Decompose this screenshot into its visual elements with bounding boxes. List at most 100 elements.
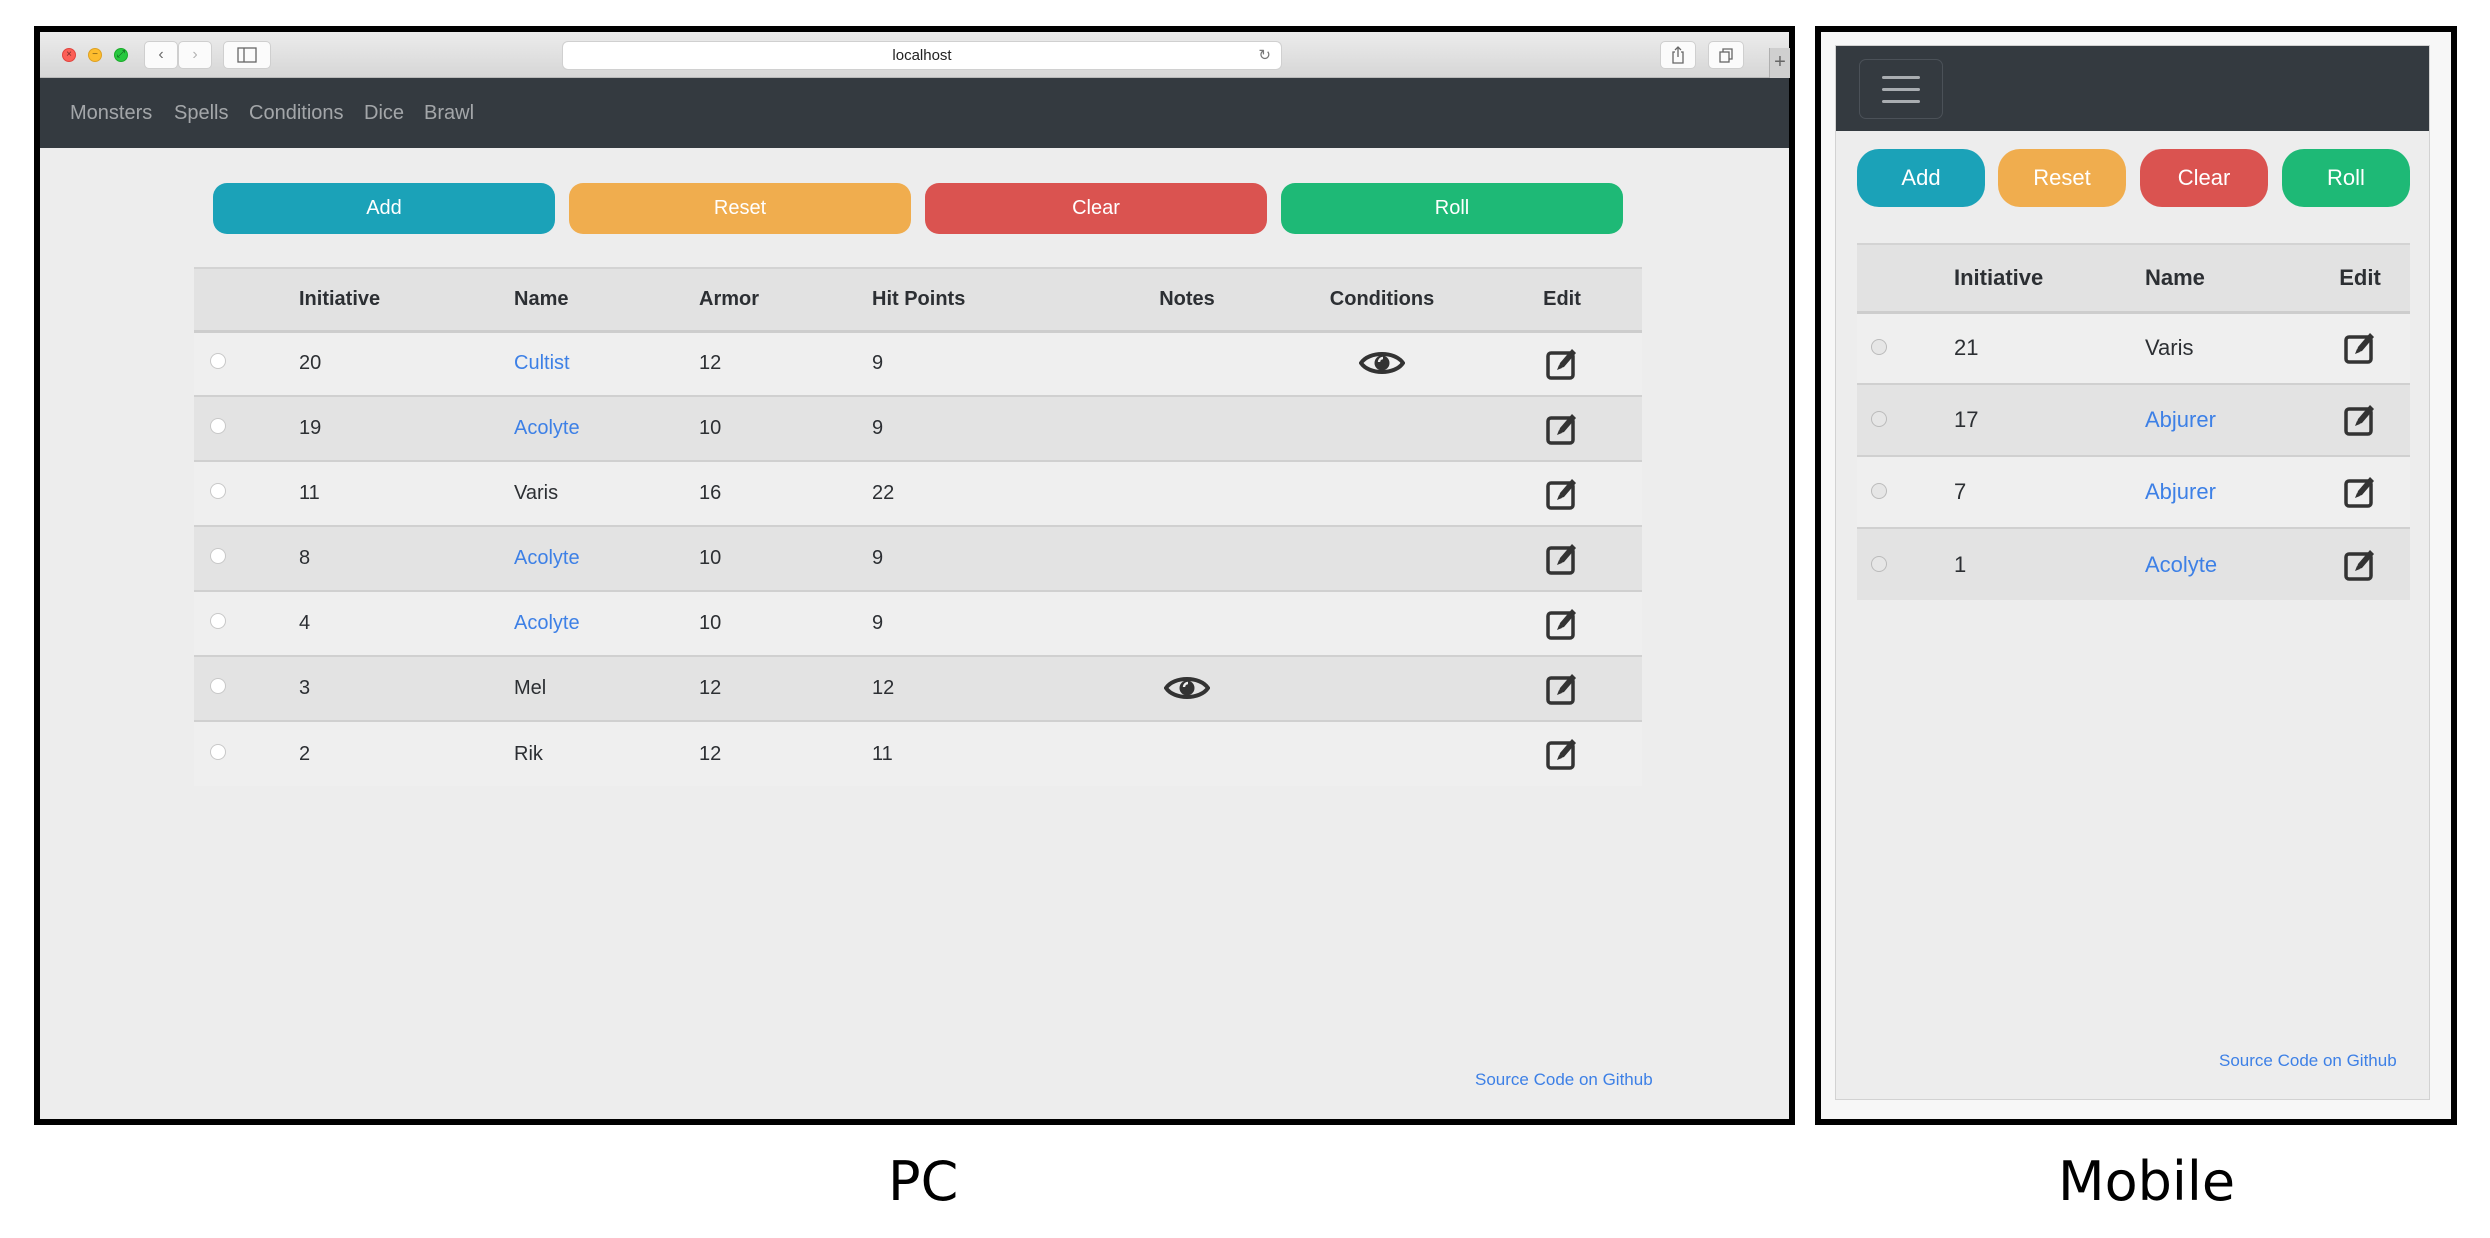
name-cell: Acolyte bbox=[514, 525, 699, 591]
armor-value: 12 bbox=[699, 677, 722, 699]
monster-link[interactable]: Acolyte bbox=[514, 547, 580, 569]
monster-link[interactable]: Abjurer bbox=[2145, 407, 2216, 432]
table-row: 21 Varis bbox=[1857, 311, 2410, 384]
new-tab-button[interactable]: + bbox=[1769, 48, 1790, 78]
nav-link-dice[interactable]: Dice bbox=[364, 102, 404, 125]
source-code-link[interactable]: Source Code on Github bbox=[1475, 1070, 1653, 1090]
monster-link[interactable]: Acolyte bbox=[514, 417, 580, 439]
combatant-name: Rik bbox=[514, 742, 543, 765]
armor-cell: 12 bbox=[699, 720, 872, 786]
monster-link[interactable]: Cultist bbox=[514, 352, 570, 374]
header-hit-points: Hit Points bbox=[872, 267, 1092, 333]
hit-points-value: 9 bbox=[872, 417, 884, 439]
edit-icon[interactable] bbox=[1545, 345, 1579, 387]
row-select-radio[interactable] bbox=[210, 548, 226, 564]
roll-button[interactable]: Roll bbox=[1281, 183, 1623, 234]
row-select-radio[interactable] bbox=[1871, 555, 1887, 572]
edit-icon[interactable] bbox=[2343, 546, 2377, 588]
name-cell: Varis bbox=[514, 460, 699, 526]
edit-icon[interactable] bbox=[1545, 605, 1579, 647]
back-button[interactable]: ‹ bbox=[144, 41, 178, 69]
name-cell: Acolyte bbox=[514, 590, 699, 656]
share-button[interactable] bbox=[1660, 41, 1696, 69]
nav-link-brawl[interactable]: Brawl bbox=[424, 102, 474, 125]
eye-icon[interactable] bbox=[1358, 348, 1406, 384]
monster-link[interactable]: Acolyte bbox=[2145, 552, 2217, 577]
edit-icon[interactable] bbox=[2343, 329, 2377, 371]
menu-toggle-button[interactable] bbox=[1859, 59, 1943, 119]
row-select-radio[interactable] bbox=[210, 418, 226, 434]
row-select-radio[interactable] bbox=[210, 678, 226, 694]
name-cell: Abjurer bbox=[2145, 455, 2310, 528]
minimize-window-button[interactable]: − bbox=[88, 48, 102, 62]
select-cell bbox=[194, 460, 299, 526]
initiative-table: Initiative Name Edit 21 Varis 17 Abjurer 7 Ab… bbox=[1857, 243, 2410, 600]
select-cell bbox=[194, 525, 299, 591]
row-select-radio[interactable] bbox=[210, 353, 226, 370]
hit-points-cell: 9 bbox=[872, 590, 1092, 656]
reset-button[interactable]: Reset bbox=[1998, 149, 2126, 207]
monster-link[interactable]: Abjurer bbox=[2145, 479, 2216, 504]
armor-cell: 12 bbox=[699, 330, 872, 396]
nav-link-spells[interactable]: Spells bbox=[174, 102, 228, 125]
eye-icon[interactable] bbox=[1163, 673, 1211, 709]
initiative-value: 17 bbox=[1954, 407, 1979, 432]
edit-icon[interactable] bbox=[1545, 410, 1579, 452]
reset-button[interactable]: Reset bbox=[569, 183, 911, 234]
sidebar-button[interactable] bbox=[223, 41, 271, 69]
name-cell: Mel bbox=[514, 655, 699, 721]
edit-cell bbox=[1482, 525, 1642, 591]
table-row: 8 Acolyte 10 9 bbox=[194, 525, 1642, 591]
edit-icon[interactable] bbox=[2343, 473, 2377, 515]
close-window-button[interactable]: × bbox=[62, 48, 76, 62]
fullscreen-window-button[interactable]: ⤢ bbox=[114, 48, 128, 62]
armor-value: 10 bbox=[699, 417, 722, 439]
close-icon: × bbox=[66, 49, 72, 60]
table-row: 19 Acolyte 10 9 bbox=[194, 395, 1642, 461]
fullscreen-icon: ⤢ bbox=[117, 49, 125, 60]
initiative-value: 3 bbox=[299, 677, 311, 699]
add-button[interactable]: Add bbox=[213, 183, 555, 234]
clear-button[interactable]: Clear bbox=[925, 183, 1267, 234]
url-text: localhost bbox=[892, 47, 952, 64]
notes-cell bbox=[1092, 395, 1282, 461]
add-button[interactable]: Add bbox=[1857, 149, 1985, 207]
edit-icon[interactable] bbox=[2343, 401, 2377, 443]
conditions-cell bbox=[1282, 590, 1482, 656]
select-cell bbox=[1857, 383, 1954, 456]
row-select-radio[interactable] bbox=[1871, 411, 1887, 427]
notes-cell bbox=[1092, 655, 1282, 721]
edit-cell bbox=[1482, 720, 1642, 786]
reload-icon[interactable]: ↻ bbox=[1258, 42, 1271, 69]
row-select-radio[interactable] bbox=[210, 743, 226, 760]
chevron-left-icon: ‹ bbox=[158, 46, 164, 63]
source-code-link[interactable]: Source Code on Github bbox=[2219, 1051, 2397, 1071]
tabs-overview-button[interactable] bbox=[1708, 41, 1744, 69]
row-select-radio[interactable] bbox=[1871, 339, 1887, 356]
mobile-window: Add Reset Clear Roll Initiative Name Edi… bbox=[1815, 26, 2457, 1125]
browser-toolbar: × − ⤢ ‹ › localhost ↻ + bbox=[40, 32, 1790, 78]
roll-button[interactable]: Roll bbox=[2282, 149, 2410, 207]
edit-icon[interactable] bbox=[1545, 540, 1579, 582]
clear-button[interactable]: Clear bbox=[2140, 149, 2268, 207]
monster-link[interactable]: Acolyte bbox=[514, 612, 580, 634]
row-select-radio[interactable] bbox=[210, 483, 226, 499]
mobile-navbar bbox=[1836, 46, 2429, 131]
address-bar[interactable]: localhost ↻ bbox=[562, 41, 1282, 70]
initiative-cell: 11 bbox=[299, 460, 514, 526]
forward-button[interactable]: › bbox=[178, 41, 212, 69]
nav-link-conditions[interactable]: Conditions bbox=[249, 102, 344, 125]
select-cell bbox=[194, 655, 299, 721]
name-cell: Cultist bbox=[514, 330, 699, 396]
nav-link-monsters[interactable]: Monsters bbox=[70, 102, 152, 125]
row-select-radio[interactable] bbox=[210, 613, 226, 629]
initiative-value: 7 bbox=[1954, 479, 1967, 504]
hit-points-value: 12 bbox=[872, 677, 895, 699]
edit-icon[interactable] bbox=[1545, 735, 1579, 777]
edit-icon[interactable] bbox=[1545, 670, 1579, 712]
row-select-radio[interactable] bbox=[1871, 483, 1887, 499]
edit-icon[interactable] bbox=[1545, 475, 1579, 517]
notes-cell bbox=[1092, 460, 1282, 526]
hit-points-cell: 12 bbox=[872, 655, 1092, 721]
chevron-right-icon: › bbox=[192, 46, 198, 63]
